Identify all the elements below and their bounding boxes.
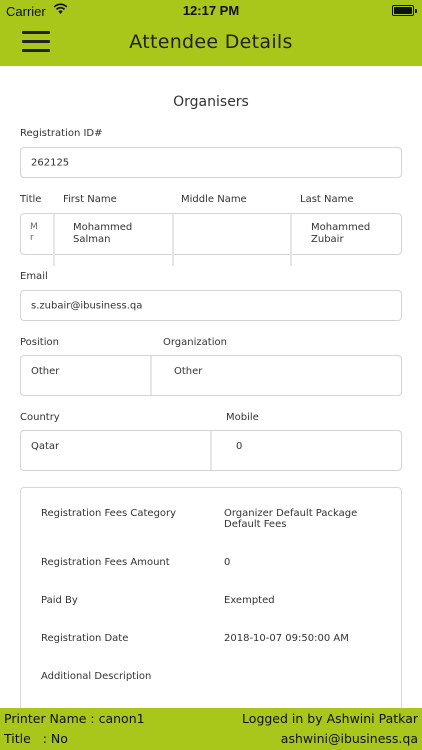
status-time: 12:17 PM [182, 3, 240, 18]
registration-id-label: Registration ID# [20, 128, 103, 139]
nav-bar: Attendee Details [0, 22, 422, 66]
attendee-details-content[interactable]: Organisers Registration ID# 262125 Title… [0, 66, 422, 708]
title-status: Title : No [4, 731, 68, 746]
title-label: Title [20, 194, 42, 205]
printer-name: Printer Name : canon1 [4, 711, 145, 726]
last-name-label: Last Name [300, 194, 354, 205]
email-field[interactable]: s.zubair@ibusiness.qa [20, 290, 402, 321]
email-value: s.zubair@ibusiness.qa [31, 300, 143, 311]
fees-amount-label: Registration Fees Amount [41, 557, 170, 568]
first-name-label: First Name [63, 194, 117, 205]
title-value: M r . [30, 222, 38, 250]
first-name-value: Mohammed Salman [73, 222, 133, 245]
battery-icon [392, 5, 417, 16]
country-mobile-group[interactable]: Qatar 0 [20, 430, 402, 471]
organization-label: Organization [163, 337, 227, 348]
middle-name-label: Middle Name [181, 194, 247, 205]
status-bar: Carrier 12:17 PM [0, 0, 422, 22]
country-value: Qatar [31, 441, 60, 452]
fees-amount-value: 0 [224, 557, 231, 568]
country-divider [210, 431, 212, 470]
logged-in-user: Logged in by Ashwini Patkar [242, 711, 418, 726]
additional-description-label: Additional Description [41, 671, 152, 682]
registration-id-field[interactable]: 262125 [20, 147, 402, 178]
name-divider [53, 214, 55, 266]
position-organization-group[interactable]: Other Other [20, 355, 402, 396]
organization-value: Other [174, 366, 203, 377]
registration-fees-card: Registration Fees Category Organizer Def… [20, 487, 402, 708]
fees-category-label: Registration Fees Category [41, 508, 177, 519]
name-fields-group[interactable]: M r . Mohammed Salman Mohammed Zubair [20, 213, 402, 266]
name-divider [172, 214, 174, 266]
email-label: Email [20, 271, 48, 282]
paid-by-value: Exempted [224, 595, 275, 606]
last-name-value: Mohammed Zubair [311, 222, 371, 245]
user-email: ashwini@ibusiness.qa [280, 731, 418, 746]
page-title: Attendee Details [129, 31, 293, 53]
mobile-label: Mobile [226, 412, 259, 423]
position-value: Other [31, 366, 60, 377]
section-title: Organisers [173, 94, 249, 110]
country-label: Country [20, 412, 60, 423]
footer-bar: Printer Name : canon1 Logged in by Ashwi… [0, 708, 422, 750]
registration-id-value: 262125 [31, 157, 70, 168]
position-divider [150, 356, 152, 395]
mobile-value: 0 [236, 441, 243, 452]
paid-by-label: Paid By [41, 595, 78, 606]
name-divider [290, 214, 292, 266]
fees-category-value: Organizer Default Package Default Fees [224, 508, 358, 530]
position-label: Position [20, 337, 59, 348]
registration-date-label: Registration Date [41, 633, 129, 644]
registration-date-value: 2018-10-07 09:50:00 AM [224, 633, 349, 644]
